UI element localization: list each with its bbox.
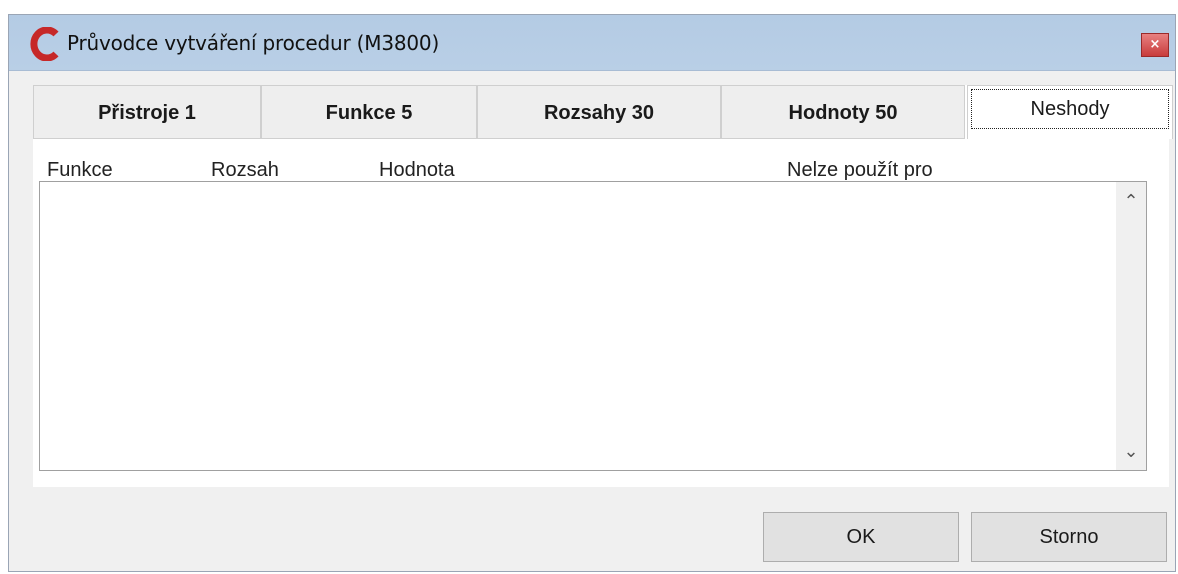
ok-button[interactable]: OK: [763, 512, 959, 562]
column-header-rozsah[interactable]: Rozsah: [211, 159, 279, 182]
close-button[interactable]: ×: [1141, 33, 1169, 57]
tab-neshody[interactable]: Neshody: [967, 85, 1173, 139]
tab-label: Funkce 5: [325, 102, 413, 124]
ok-button-label: OK: [846, 526, 876, 548]
tab-strip: Přistroje 1 Funkce 5 Rozsahy 30 Hodnoty …: [33, 85, 1173, 139]
tab-panel: Přistroje 1 Funkce 5 Rozsahy 30 Hodnoty …: [33, 85, 1173, 487]
tab-label: Hodnoty 50: [788, 102, 898, 124]
tab-hodnoty[interactable]: Hodnoty 50: [721, 85, 965, 139]
column-header-nelze-pouzit-pro[interactable]: Nelze použít pro: [787, 159, 933, 182]
title-bar[interactable]: Průvodce vytváření procedur (M3800) ×: [9, 15, 1175, 71]
wizard-dialog: Průvodce vytváření procedur (M3800) × Př…: [8, 14, 1176, 572]
app-logo-icon: [30, 27, 59, 61]
column-header-funkce[interactable]: Funkce: [47, 159, 113, 182]
tab-rozsahy[interactable]: Rozsahy 30: [477, 85, 721, 139]
column-headers: Funkce Rozsah Hodnota Nelze použít pro: [33, 159, 1169, 183]
tab-pristroje[interactable]: Přistroje 1: [33, 85, 261, 139]
scroll-up-button[interactable]: ⌃: [1116, 186, 1146, 216]
tab-label: Rozsahy 30: [543, 102, 655, 124]
mismatch-list[interactable]: ⌃ ⌄: [39, 181, 1147, 471]
storno-button-label: Storno: [1039, 526, 1099, 548]
tab-funkce[interactable]: Funkce 5: [261, 85, 477, 139]
vertical-scrollbar[interactable]: ⌃ ⌄: [1116, 182, 1146, 470]
storno-button[interactable]: Storno: [971, 512, 1167, 562]
column-header-hodnota[interactable]: Hodnota: [379, 159, 455, 182]
tab-focus-rect: Neshody: [971, 89, 1169, 129]
window-title: Průvodce vytváření procedur (M3800): [67, 31, 440, 55]
scroll-down-button[interactable]: ⌄: [1116, 436, 1146, 466]
close-icon: ×: [1149, 37, 1161, 52]
chevron-up-icon: ⌃: [1123, 191, 1139, 211]
tab-label: Přistroje 1: [98, 102, 196, 124]
tab-label: Neshody: [1030, 98, 1110, 120]
chevron-down-icon: ⌄: [1123, 441, 1139, 461]
